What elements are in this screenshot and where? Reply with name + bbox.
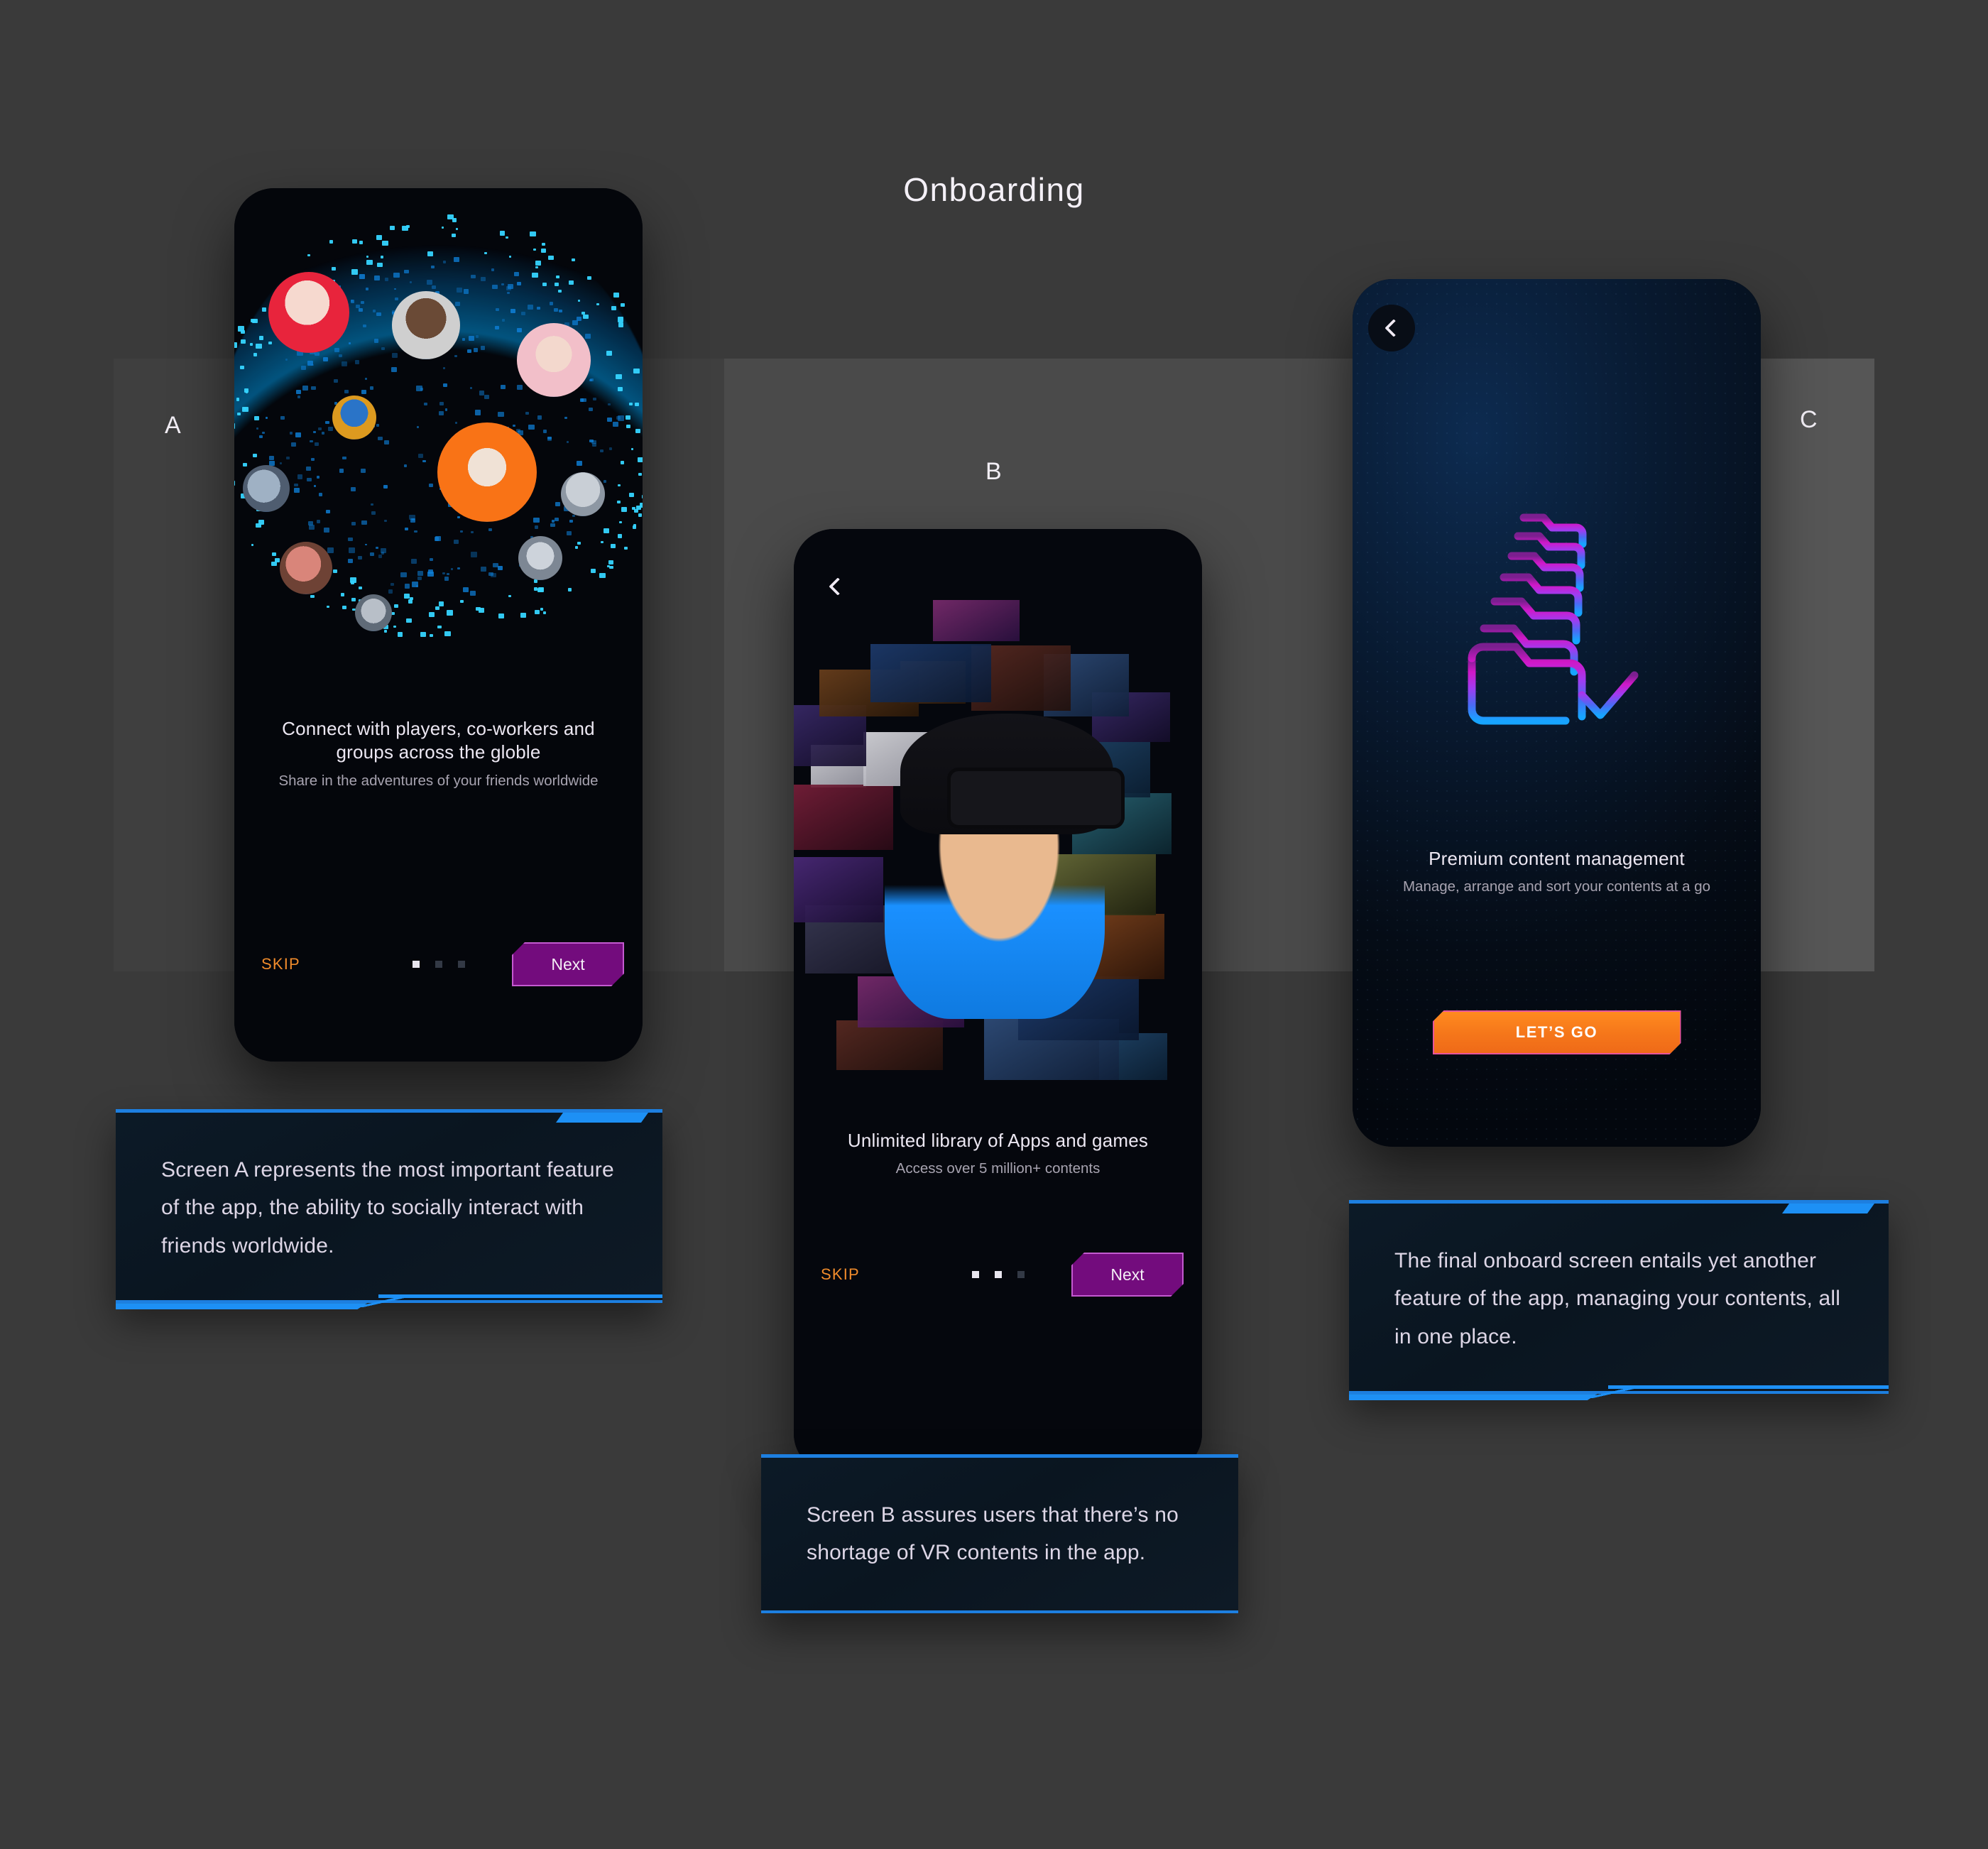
collage-tile — [794, 785, 893, 850]
screen-c-subtitle: Manage, arrange and sort your contents a… — [1402, 878, 1711, 895]
avatar-bubble — [332, 396, 376, 440]
avatar-bubble — [268, 272, 349, 353]
page-dot-1[interactable] — [412, 961, 420, 968]
lets-go-button[interactable]: LET’S GO — [1433, 1010, 1681, 1054]
screen-b-title: Unlimited library of Apps and games — [847, 1130, 1149, 1151]
annotation-card-c: The final onboard screen entails yet ano… — [1349, 1200, 1889, 1394]
page-dot-3[interactable] — [457, 961, 465, 968]
phone-mockup-a: Connect with players, co-workers and gro… — [234, 188, 643, 1062]
corner-tab-icon — [556, 1113, 648, 1123]
screen-a-title: Connect with players, co-workers and gro… — [282, 718, 595, 763]
panel-label-b: B — [985, 458, 1003, 485]
annotation-footer-accent — [1349, 1385, 1889, 1412]
screen-b-subtitle: Access over 5 million+ contents — [895, 1160, 1100, 1177]
phone-mockup-b: Unlimited library of Apps and games Acce… — [794, 529, 1202, 1473]
canvas: A B C Onboarding Connect with players, c… — [0, 0, 1988, 1849]
avatar-bubble — [517, 323, 591, 397]
page-dot-1[interactable] — [971, 1271, 979, 1278]
avatar-bubble — [280, 542, 332, 594]
annotation-b-text: Screen B assures users that there’s no s… — [807, 1503, 1179, 1565]
annotation-card-a: Screen A represents the most important f… — [116, 1109, 662, 1303]
avatar-bubble — [392, 291, 460, 359]
corner-tab-icon — [1782, 1204, 1874, 1213]
avatar-bubble — [561, 472, 605, 516]
next-button[interactable]: Next — [512, 942, 624, 986]
annotation-footer-accent — [116, 1294, 662, 1321]
annotation-c-text: The final onboard screen entails yet ano… — [1394, 1249, 1841, 1348]
page-dot-2[interactable] — [435, 961, 442, 968]
avatar-bubble — [243, 465, 290, 512]
panel-label-a: A — [165, 412, 182, 439]
screen-c-title: Premium content management — [1429, 848, 1685, 869]
avatar-bubble — [355, 594, 392, 631]
screen-b-copy: Unlimited library of Apps and games Acce… — [819, 1129, 1176, 1179]
annotation-a-text: Screen A represents the most important f… — [161, 1158, 614, 1258]
screen-c-copy: Premium content management Manage, arran… — [1378, 847, 1735, 897]
collage-tile — [870, 644, 991, 702]
page-indicator[interactable] — [412, 961, 465, 968]
avatar-bubble — [518, 536, 562, 580]
panel-label-c: C — [1800, 406, 1818, 433]
avatar-bubble — [437, 422, 537, 522]
next-button[interactable]: Next — [1071, 1253, 1184, 1297]
screen-a-copy: Connect with players, co-workers and gro… — [260, 717, 617, 790]
screen-b: Unlimited library of Apps and games Acce… — [794, 529, 1202, 1473]
vr-headset-icon — [947, 768, 1125, 829]
collage-tile — [836, 1020, 943, 1070]
content-collage — [794, 593, 1202, 1168]
back-button[interactable] — [1368, 305, 1415, 351]
screen-a: Connect with players, co-workers and gro… — [234, 188, 643, 1062]
annotation-card-b: Screen B assures users that there’s no s… — [761, 1454, 1238, 1613]
chevron-left-icon — [1384, 319, 1403, 337]
backdrop-panel-c — [1761, 359, 1874, 971]
collage-tile — [933, 600, 1020, 641]
page-dot-3[interactable] — [1017, 1271, 1025, 1278]
screen-c: Premium content management Manage, arran… — [1353, 279, 1761, 1147]
stacked-folder-check-icon — [1451, 492, 1664, 730]
skip-button[interactable]: SKIP — [261, 955, 300, 973]
page-dot-2[interactable] — [994, 1271, 1002, 1278]
screen-a-subtitle: Share in the adventures of your friends … — [278, 772, 599, 789]
skip-button[interactable]: SKIP — [821, 1265, 860, 1284]
screen-a-footer: SKIP Next — [234, 939, 643, 989]
collage-tile — [794, 857, 883, 922]
phone-mockup-c: Premium content management Manage, arran… — [1353, 279, 1761, 1147]
screen-b-footer: SKIP Next — [794, 1250, 1202, 1299]
page-indicator[interactable] — [971, 1271, 1025, 1278]
